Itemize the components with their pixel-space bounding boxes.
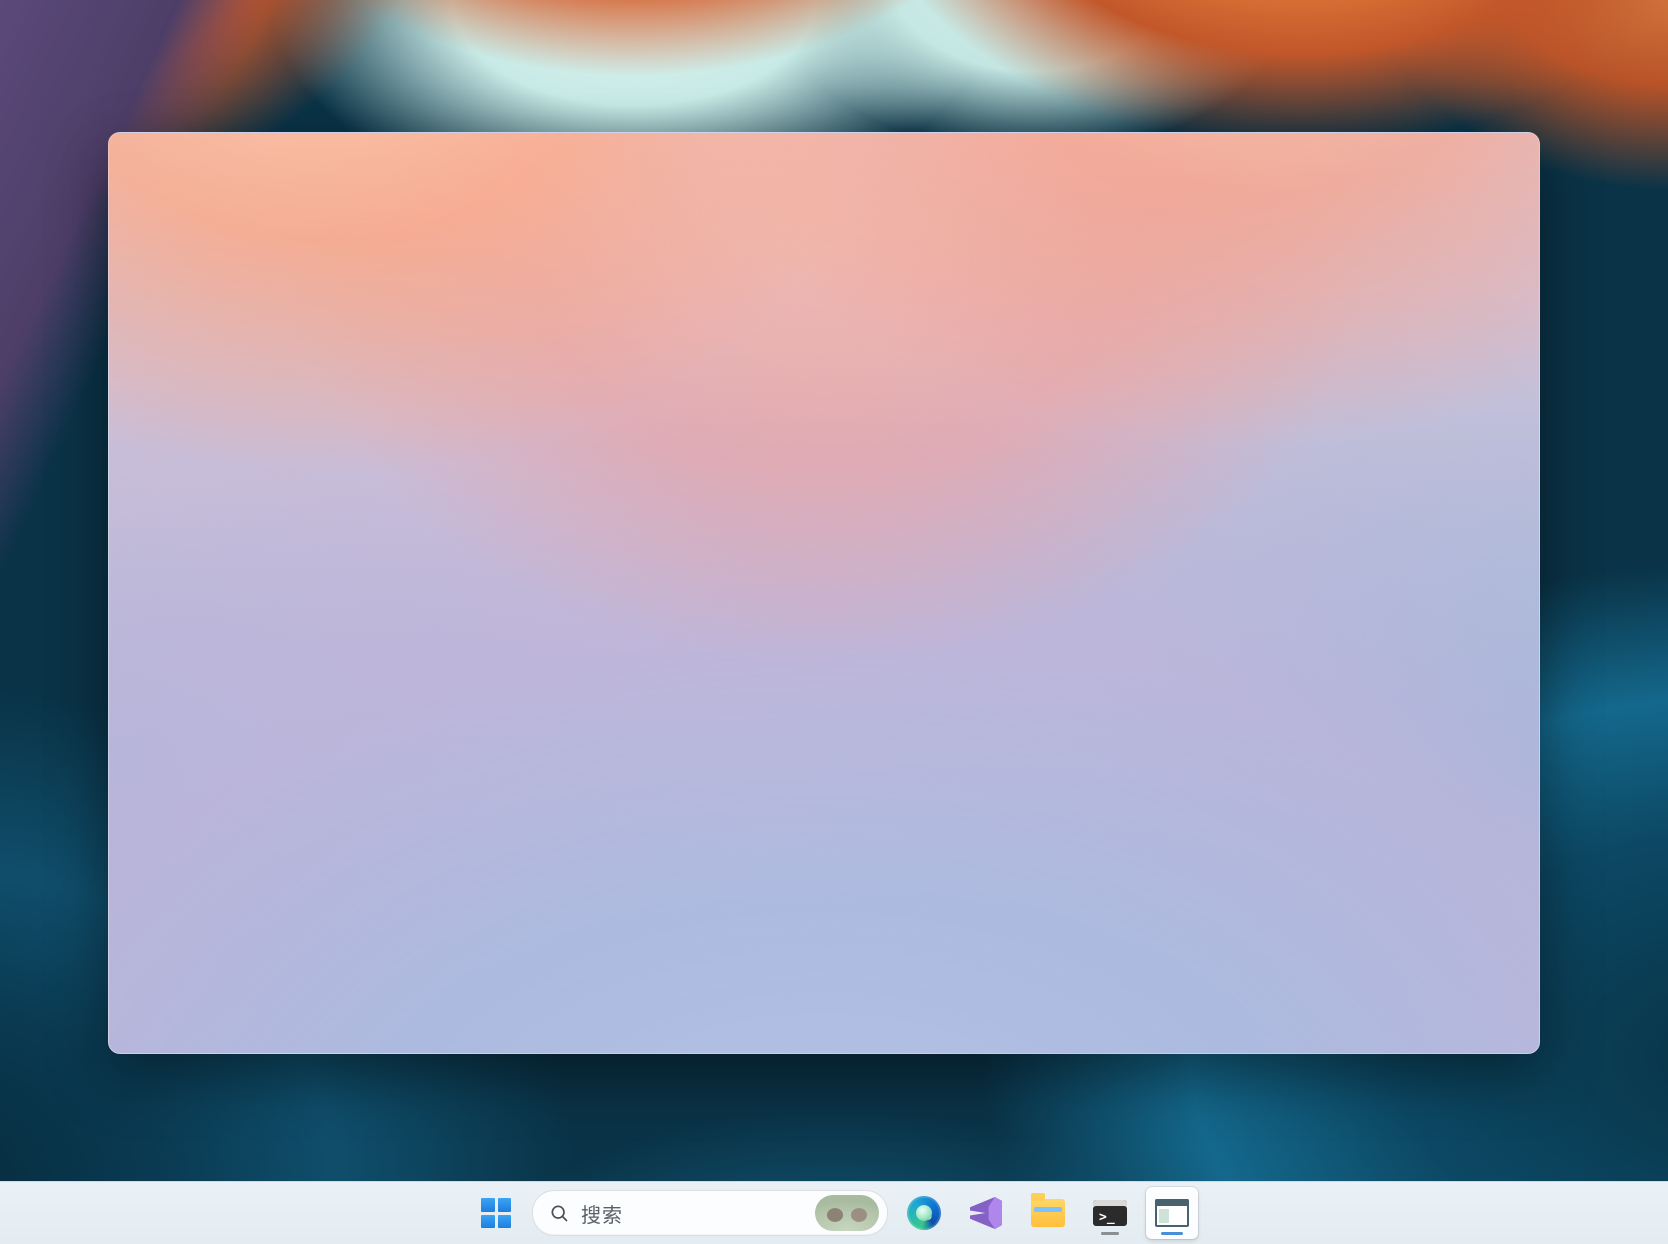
taskbar-app-foreground[interactable]: [1146, 1187, 1198, 1239]
taskbar-search[interactable]: 搜索: [532, 1190, 888, 1236]
running-indicator: [1161, 1232, 1183, 1235]
terminal-icon: [1093, 1200, 1127, 1226]
taskbar-app-edge[interactable]: [898, 1187, 950, 1239]
folder-icon: [1031, 1199, 1065, 1227]
search-icon: [549, 1203, 569, 1223]
app-window-icon: [1155, 1199, 1189, 1227]
edge-icon: [907, 1196, 941, 1230]
taskbar-app-visual-studio[interactable]: [960, 1187, 1012, 1239]
taskbar-app-file-explorer[interactable]: [1022, 1187, 1074, 1239]
windows-logo-icon: [481, 1198, 511, 1228]
taskbar-app-terminal[interactable]: [1084, 1187, 1136, 1239]
taskbar: 搜索: [0, 1181, 1668, 1244]
start-button[interactable]: [470, 1187, 522, 1239]
foreground-window[interactable]: [108, 132, 1540, 1054]
running-indicator: [1101, 1232, 1119, 1235]
search-placeholder: 搜索: [581, 1199, 803, 1228]
search-highlight-icon: [815, 1195, 879, 1231]
visual-studio-icon: [970, 1197, 1002, 1229]
